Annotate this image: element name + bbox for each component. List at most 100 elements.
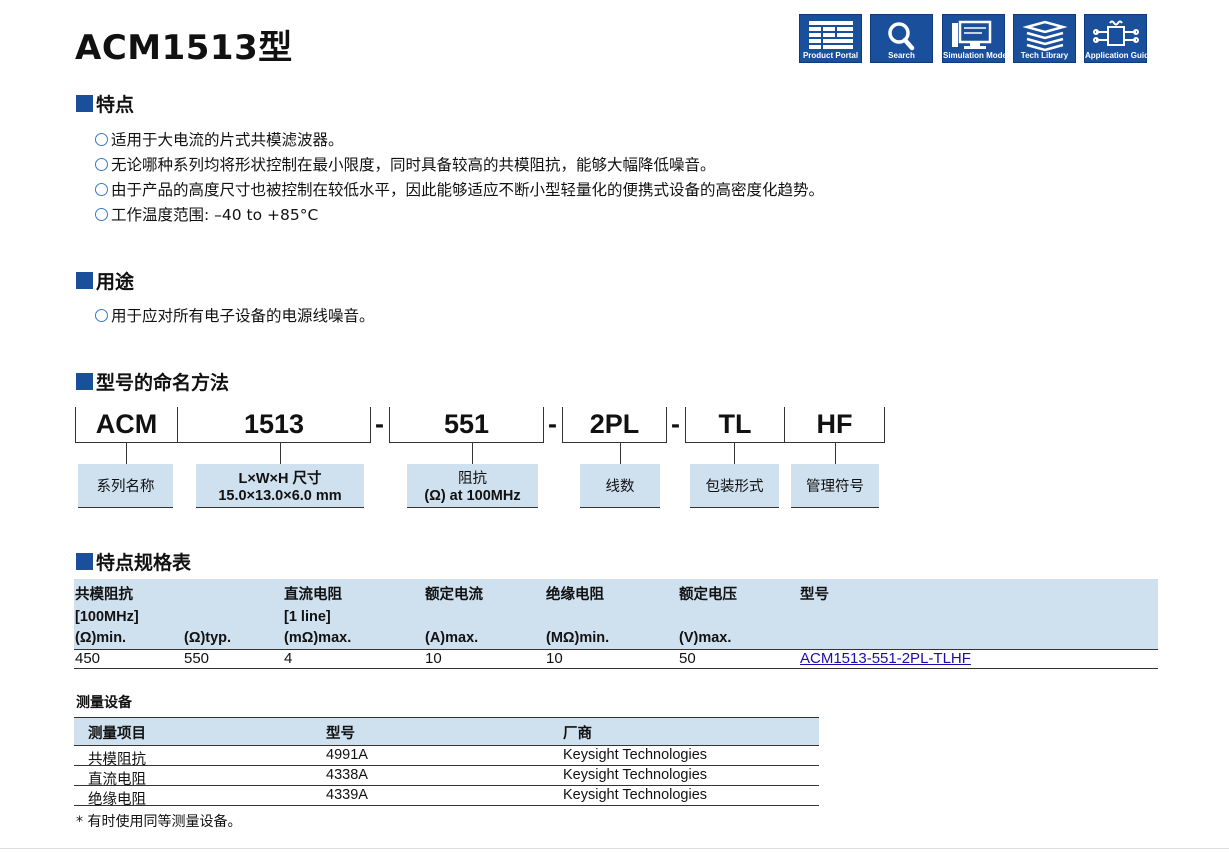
measurement-cell-maker: Keysight Technologies	[563, 767, 708, 783]
feature-item: 适用于大电流的片式共模滤波器。	[95, 128, 344, 150]
measurement-cell-maker: Keysight Technologies	[563, 787, 708, 803]
naming-label-size: L×W×H 尺寸 15.0×13.0×6.0 mm	[196, 464, 364, 508]
spec-heading-text: 特点规格表	[96, 552, 192, 574]
naming-part-size: 1513	[178, 407, 371, 443]
naming-separator: -	[375, 409, 384, 439]
bullet-circle-icon	[95, 132, 108, 146]
feature-item: 由于产品的高度尺寸也被控制在较低水平，因此能够适应不断小型轻量化的便携式设备的高…	[95, 178, 824, 200]
naming-label-text: 阻抗	[458, 471, 487, 487]
naming-label-series: 系列名称	[78, 464, 173, 508]
section-square-icon	[76, 553, 93, 570]
spec-header-typ: (Ω)typ.	[184, 630, 232, 646]
applications-heading: 用途	[76, 267, 134, 294]
simulation-model-label: Simulation Model	[943, 51, 1010, 60]
naming-heading-text: 型号的命名方法	[96, 372, 230, 394]
measurement-cell-maker: Keysight Technologies	[563, 747, 708, 763]
bullet-circle-icon	[95, 182, 108, 196]
circuit-icon	[1092, 20, 1139, 46]
spec-cell-insulation: 10	[546, 650, 563, 667]
naming-connector	[472, 443, 473, 464]
spec-cell-current: 10	[425, 650, 442, 667]
table-row	[74, 766, 819, 786]
measurement-title: 测量设备	[76, 695, 132, 711]
spec-table-header	[74, 579, 1158, 649]
tech-library-label: Tech Library	[1020, 51, 1069, 60]
measurement-cell-item: 绝缘电阻	[88, 792, 146, 808]
naming-connector	[126, 443, 127, 464]
application-text: 用于应对所有电子设备的电源线噪音。	[111, 307, 375, 325]
spec-header-insulation: 绝缘电阻	[546, 587, 604, 603]
search-label: Search	[888, 51, 915, 60]
feature-text: 工作温度范围: –40 to +85°C	[111, 206, 319, 224]
features-heading-text: 特点	[96, 94, 135, 116]
spec-header-rated-voltage-unit: (V)max.	[679, 630, 732, 646]
feature-text: 无论哪种系列均将形状控制在最小限度，同时具备较高的共模阻抗，能够大幅降低噪音。	[111, 156, 716, 174]
spec-header-rated-voltage: 额定电压	[679, 587, 737, 603]
features-heading: 特点	[76, 90, 134, 117]
naming-part-mgmt: HF	[785, 407, 885, 443]
page-title: ACM1513型	[75, 28, 293, 68]
search-button[interactable]: Search	[870, 14, 933, 63]
spec-header-cm-freq: [100MHz]	[75, 609, 139, 625]
spec-cell-voltage: 50	[679, 650, 696, 667]
measurement-note: * 有时使用同等测量设备。	[76, 814, 242, 830]
naming-label-text: 15.0×13.0×6.0 mm	[218, 488, 342, 504]
naming-label-package: 包装形式	[690, 464, 779, 508]
spec-header-part-no: 型号	[800, 587, 829, 603]
measurement-table-header	[74, 717, 819, 746]
feature-text: 适用于大电流的片式共模滤波器。	[111, 131, 344, 149]
product-portal-button[interactable]: Product Portal	[799, 14, 862, 63]
spec-header-rated-current: 额定电流	[425, 587, 483, 603]
measurement-header-maker: 厂商	[563, 726, 592, 742]
spec-header-cm-impedance: 共模阻抗	[75, 587, 133, 603]
application-guides-button[interactable]: Application Guides	[1084, 14, 1158, 63]
simulation-model-button[interactable]: Simulation Model	[942, 14, 1010, 63]
spec-cell-dcr: 4	[284, 650, 293, 667]
measurement-cell-model: 4339A	[326, 787, 368, 803]
bullet-circle-icon	[95, 308, 108, 322]
search-icon	[887, 22, 914, 51]
naming-heading: 型号的命名方法	[76, 368, 229, 395]
table-row	[74, 786, 819, 806]
naming-label-lines: 线数	[580, 464, 660, 508]
bullet-circle-icon	[95, 207, 108, 221]
spec-heading: 特点规格表	[76, 548, 191, 575]
naming-label-impedance: 阻抗 (Ω) at 100MHz	[407, 464, 538, 508]
application-guides-label: Application Guides	[1085, 51, 1158, 60]
spec-header-min: (Ω)min.	[75, 630, 127, 646]
naming-label-text: (Ω) at 100MHz	[424, 488, 521, 504]
measurement-header-item: 测量项目	[88, 726, 146, 742]
spec-header-insulation-unit: (MΩ)min.	[546, 630, 610, 646]
grid-icon	[808, 21, 853, 49]
naming-label-text: 系列名称	[96, 479, 155, 495]
part-number-link[interactable]: ACM1513-551-2PL-TLHF	[800, 650, 971, 667]
naming-part-impedance: 551	[389, 407, 544, 443]
naming-label-mgmt: 管理符号	[791, 464, 879, 508]
table-row	[74, 746, 819, 766]
spec-header-rated-current-unit: (A)max.	[425, 630, 479, 646]
spec-table-bottom-rule	[74, 668, 1158, 669]
feature-item: 工作温度范围: –40 to +85°C	[95, 203, 318, 225]
spec-cell-typ: 550	[184, 650, 210, 667]
naming-label-text: L×W×H 尺寸	[238, 471, 322, 487]
section-square-icon	[76, 95, 93, 112]
feature-item: 无论哪种系列均将形状控制在最小限度，同时具备较高的共模阻抗，能够大幅降低噪音。	[95, 153, 716, 175]
bullet-circle-icon	[95, 157, 108, 171]
tech-library-button[interactable]: Tech Library	[1013, 14, 1076, 63]
naming-separator: -	[671, 409, 680, 439]
naming-connector	[280, 443, 281, 464]
application-item: 用于应对所有电子设备的电源线噪音。	[95, 304, 375, 326]
measurement-cell-model: 4338A	[326, 767, 368, 783]
naming-part-package: TL	[685, 407, 785, 443]
spec-cell-min: 450	[75, 650, 101, 667]
product-portal-label: Product Portal	[802, 51, 859, 60]
naming-part-lines: 2PL	[562, 407, 667, 443]
naming-label-text: 管理符号	[806, 479, 864, 495]
page-divider	[0, 848, 1229, 849]
spec-header-dcr: 直流电阻	[284, 587, 342, 603]
feature-text: 由于产品的高度尺寸也被控制在较低水平，因此能够适应不断小型轻量化的便携式设备的高…	[111, 181, 825, 199]
spec-header-dcr-unit: (mΩ)max.	[284, 630, 352, 646]
measurement-header-model: 型号	[326, 726, 355, 742]
naming-label-text: 线数	[605, 479, 635, 495]
spec-table-divider	[74, 649, 1158, 650]
